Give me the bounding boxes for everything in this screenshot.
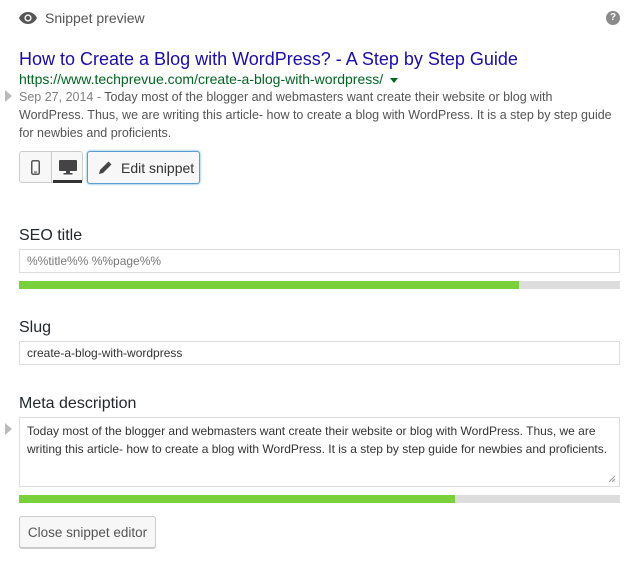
serp-description: Sep 27, 2014 - Today most of the blogger… [19, 88, 619, 142]
meta-description-progress [19, 495, 620, 503]
serp-description-text: Today most of the blogger and webmasters… [19, 90, 612, 140]
preview-mode-switcher [19, 151, 83, 183]
slug-input[interactable]: create-a-blog-with-wordpress [19, 341, 620, 365]
meta-description-marker-icon [5, 423, 12, 435]
seo-title-progress-fill [19, 281, 520, 289]
seo-title-progress [19, 281, 620, 289]
eye-icon [19, 12, 37, 24]
meta-description-text: Today most of the blogger and webmasters… [27, 424, 608, 456]
header-title: Snippet preview [45, 10, 145, 26]
mobile-preview-button[interactable] [20, 152, 52, 182]
resize-grip-icon[interactable] [608, 475, 616, 483]
description-marker-icon [5, 90, 12, 102]
meta-description-progress-fill [19, 495, 455, 503]
edit-snippet-button[interactable]: Edit snippet [87, 151, 200, 184]
active-mode-indicator [53, 180, 82, 183]
url-dropdown-icon [390, 77, 399, 83]
serp-url: https://www.techprevue.com/create-a-blog… [19, 71, 384, 87]
seo-title-label: SEO title [19, 227, 83, 244]
desktop-icon [58, 159, 77, 174]
serp-title[interactable]: How to Create a Blog with WordPress? - A… [19, 49, 518, 70]
serp-url-row: https://www.techprevue.com/create-a-blog… [19, 71, 399, 87]
edit-snippet-label: Edit snippet [121, 159, 195, 176]
meta-description-textarea[interactable]: Today most of the blogger and webmasters… [19, 417, 620, 487]
serp-date: Sep 27, 2014 - [19, 90, 105, 104]
snippet-preview-header: Snippet preview [19, 7, 145, 29]
mobile-icon [31, 159, 40, 175]
seo-title-input[interactable]: %%title%% %%page%% [19, 249, 620, 273]
close-snippet-editor-button[interactable]: Close snippet editor [19, 516, 156, 548]
slug-label: Slug [19, 319, 52, 336]
pencil-icon [99, 161, 112, 174]
desktop-preview-button[interactable] [52, 152, 83, 182]
help-icon[interactable]: ? [606, 11, 620, 25]
meta-description-label: Meta description [19, 395, 137, 412]
